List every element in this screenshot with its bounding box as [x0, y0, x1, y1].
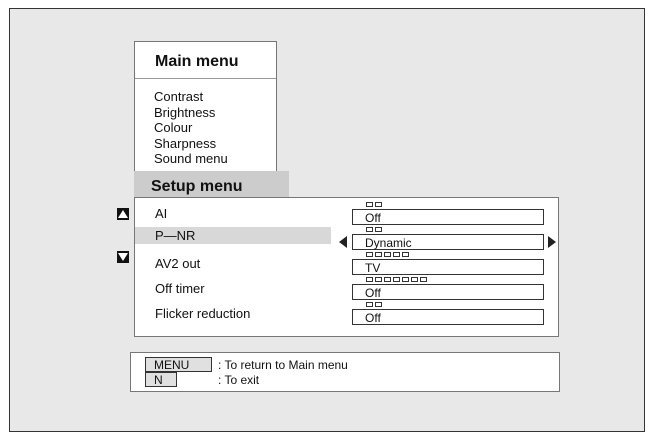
setup-menu-tab[interactable]: Setup menu: [134, 171, 289, 199]
setup-row-av2-out[interactable]: AV2 out TV: [135, 252, 558, 276]
main-menu-item-brightness[interactable]: Brightness: [154, 105, 228, 121]
n-key-help: : To exit: [218, 373, 260, 387]
level-indicator: [366, 277, 427, 282]
help-panel: MENU : To return to Main menu N : To exi…: [130, 352, 560, 392]
main-menu-panel: Main menu Contrast Brightness Colour Sha…: [134, 41, 277, 176]
level-indicator: [366, 227, 382, 232]
up-triangle-icon[interactable]: [117, 208, 129, 220]
setup-row-label: Off timer: [155, 281, 205, 296]
level-indicator: [366, 202, 382, 207]
setup-row-label: P—NR: [155, 228, 196, 243]
setup-row-value[interactable]: TV: [352, 259, 544, 275]
value-text: Off: [365, 286, 381, 300]
main-menu-item-contrast[interactable]: Contrast: [154, 89, 228, 105]
main-menu-title: Main menu: [155, 53, 239, 70]
value-text: Off: [365, 211, 381, 225]
setup-row-label: Flicker reduction: [155, 306, 251, 321]
value-text: Dynamic: [365, 236, 412, 250]
menu-key-label: MENU: [154, 358, 190, 372]
setup-row-value[interactable]: Off: [352, 284, 544, 300]
main-menu-divider: [135, 78, 276, 79]
setup-row-value[interactable]: Dynamic: [352, 234, 544, 250]
right-arrow-icon[interactable]: [548, 236, 556, 248]
n-key-label: N: [154, 373, 163, 387]
setup-row-off-timer[interactable]: Off timer Off: [135, 277, 558, 301]
setup-menu-title: Setup menu: [151, 178, 243, 195]
value-text: TV: [365, 261, 381, 275]
setup-row-flicker-reduction[interactable]: Flicker reduction Off: [135, 302, 558, 326]
main-menu-item-sharpness[interactable]: Sharpness: [154, 136, 228, 152]
setup-row-label: AI: [155, 206, 168, 221]
down-triangle-icon[interactable]: [117, 251, 129, 263]
setup-row-value[interactable]: Off: [352, 309, 544, 325]
setup-row-p-nr[interactable]: P—NR Dynamic: [135, 227, 558, 251]
n-key[interactable]: N: [145, 372, 177, 387]
left-arrow-icon[interactable]: [339, 236, 347, 248]
main-menu-item-colour[interactable]: Colour: [154, 120, 228, 136]
value-text: Off: [365, 311, 381, 325]
level-indicator: [366, 252, 409, 257]
menu-key-help: : To return to Main menu: [218, 358, 348, 372]
setup-row-ai[interactable]: AI Off: [135, 202, 558, 226]
main-menu-item-sound-menu[interactable]: Sound menu: [154, 151, 228, 167]
setup-row-label: AV2 out: [155, 256, 201, 271]
setup-row-value[interactable]: Off: [352, 209, 544, 225]
menu-key[interactable]: MENU: [145, 357, 212, 372]
main-menu-list: Contrast Brightness Colour Sharpness Sou…: [154, 89, 228, 167]
level-indicator: [366, 302, 382, 307]
setup-menu-panel: AI Off P—NR Dynamic AV2 out TV Off timer…: [134, 197, 559, 337]
